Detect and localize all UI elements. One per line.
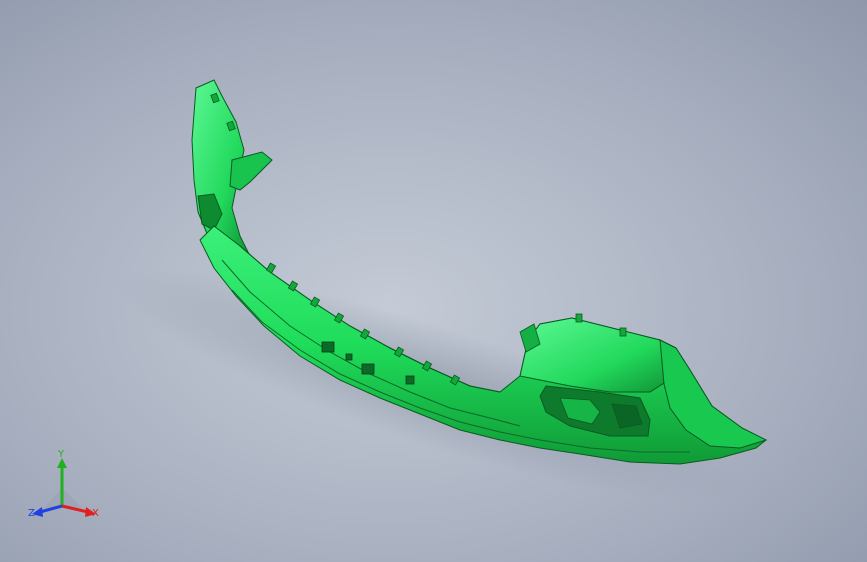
view-triad[interactable]: Y X Z bbox=[28, 448, 104, 522]
x-axis-label: X bbox=[92, 508, 99, 519]
graphics-viewport[interactable]: Y X Z bbox=[0, 0, 867, 562]
bumper-model[interactable] bbox=[0, 0, 867, 562]
z-axis-label: Z bbox=[28, 508, 35, 519]
y-axis-label: Y bbox=[57, 449, 65, 460]
right-upper-surface bbox=[519, 317, 677, 393]
